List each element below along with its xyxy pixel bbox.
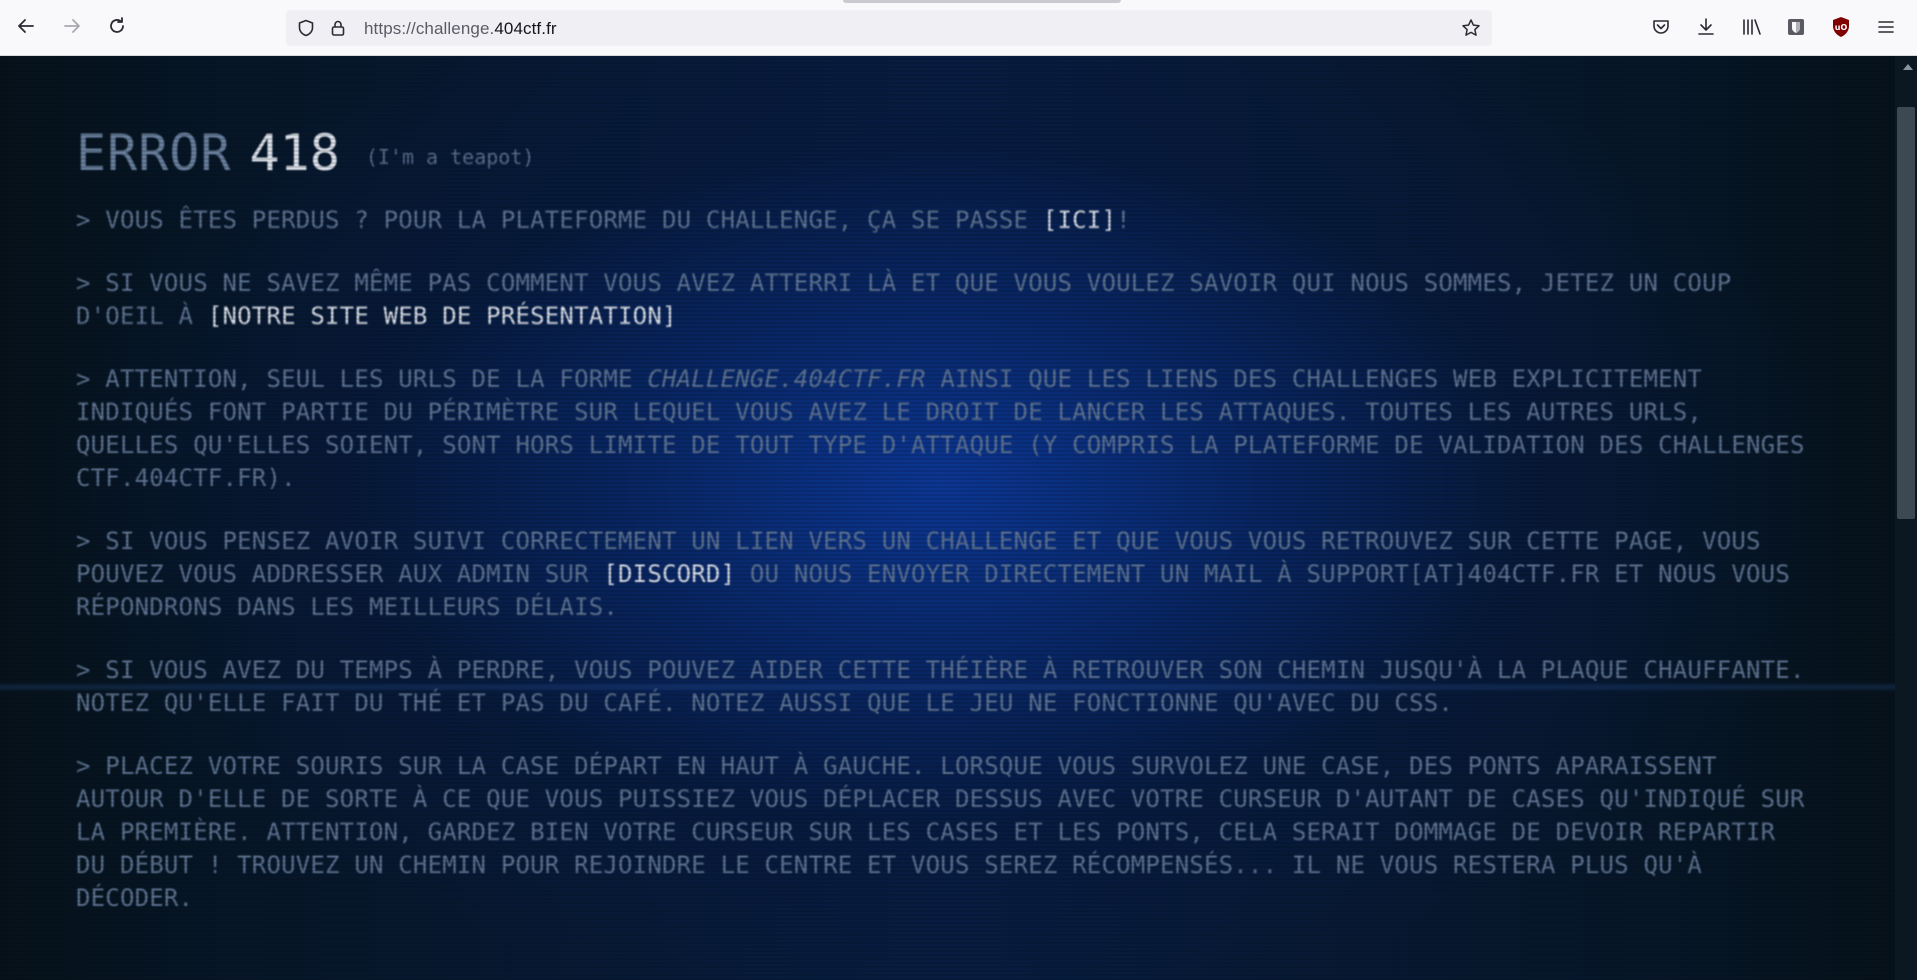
scroll-up-arrow-icon[interactable] [1903,64,1913,70]
tracking-protection-button[interactable] [296,18,316,38]
paragraph-scope-warning: > Attention, seul les urls de la forme c… [76,365,1805,492]
scrollbar-thumb[interactable] [1897,107,1915,519]
paragraph-teapot-game: > Si vous avez du temps à perdre, vous p… [76,656,1805,717]
reload-button[interactable] [103,12,131,40]
url-text[interactable]: https://challenge.404ctf.fr [364,19,557,39]
link-discord[interactable]: [Discord] [603,560,735,588]
paragraph-contact: > Si vous pensez avoir suivi correctemen… [76,527,1790,621]
browser-toolbar: https://challenge.404ctf.fr uO [0,0,1917,56]
error-code: 418 [249,124,340,182]
ublock-button[interactable]: uO [1829,15,1853,39]
link-presentation-site[interactable]: [notre site web de présentation] [208,302,677,330]
page-viewport: ERROR 418 (I'm a teapot) > Vous êtes perdu… [0,56,1895,980]
error-content: ERROR 418 (I'm a teapot) > Vous êtes perdu… [76,124,1816,945]
svg-text:uO: uO [1835,23,1848,32]
ublock-icon: uO [1833,17,1849,37]
bitwarden-button[interactable] [1784,15,1808,39]
url-host: 404ctf.fr [494,19,557,38]
paragraph-platform: > Vous êtes perdus ? Pour la plateforme … [76,206,1131,234]
error-word: ERROR [76,124,232,182]
emphasis-domain: challenge.404ctf.fr [647,365,926,393]
back-button[interactable] [12,12,40,40]
arrow-right-icon [64,19,80,33]
link-ici[interactable]: [ici] [1043,206,1116,234]
url-prefix: https://challenge. [364,19,495,38]
bookmark-button[interactable] [1461,18,1481,38]
address-bar[interactable]: https://challenge.404ctf.fr [286,10,1492,46]
bitwarden-icon [1788,19,1804,35]
lock-icon [331,20,345,36]
reload-icon [110,17,124,33]
pocket-icon [1653,20,1669,34]
page-title: ERROR 418 (I'm a teapot) [76,124,1816,190]
downloads-button[interactable] [1694,15,1718,39]
site-security-button[interactable] [328,18,348,38]
paragraph-presentation: > Si vous ne savez même pas comment vous… [76,269,1732,330]
app-menu-button[interactable] [1874,15,1898,39]
star-icon [1462,19,1480,36]
tab-indicator [843,0,1121,3]
arrow-left-icon [18,19,34,33]
paragraph-game-instructions: > Placez votre souris sur la case départ… [76,752,1805,912]
shield-icon [298,19,314,37]
hamburger-menu-icon [1878,21,1894,33]
pocket-button[interactable] [1649,15,1673,39]
error-subtitle: (I'm a teapot) [365,145,535,169]
library-icon [1743,19,1761,35]
download-icon [1698,18,1714,35]
library-button[interactable] [1740,15,1764,39]
forward-button[interactable] [58,12,86,40]
